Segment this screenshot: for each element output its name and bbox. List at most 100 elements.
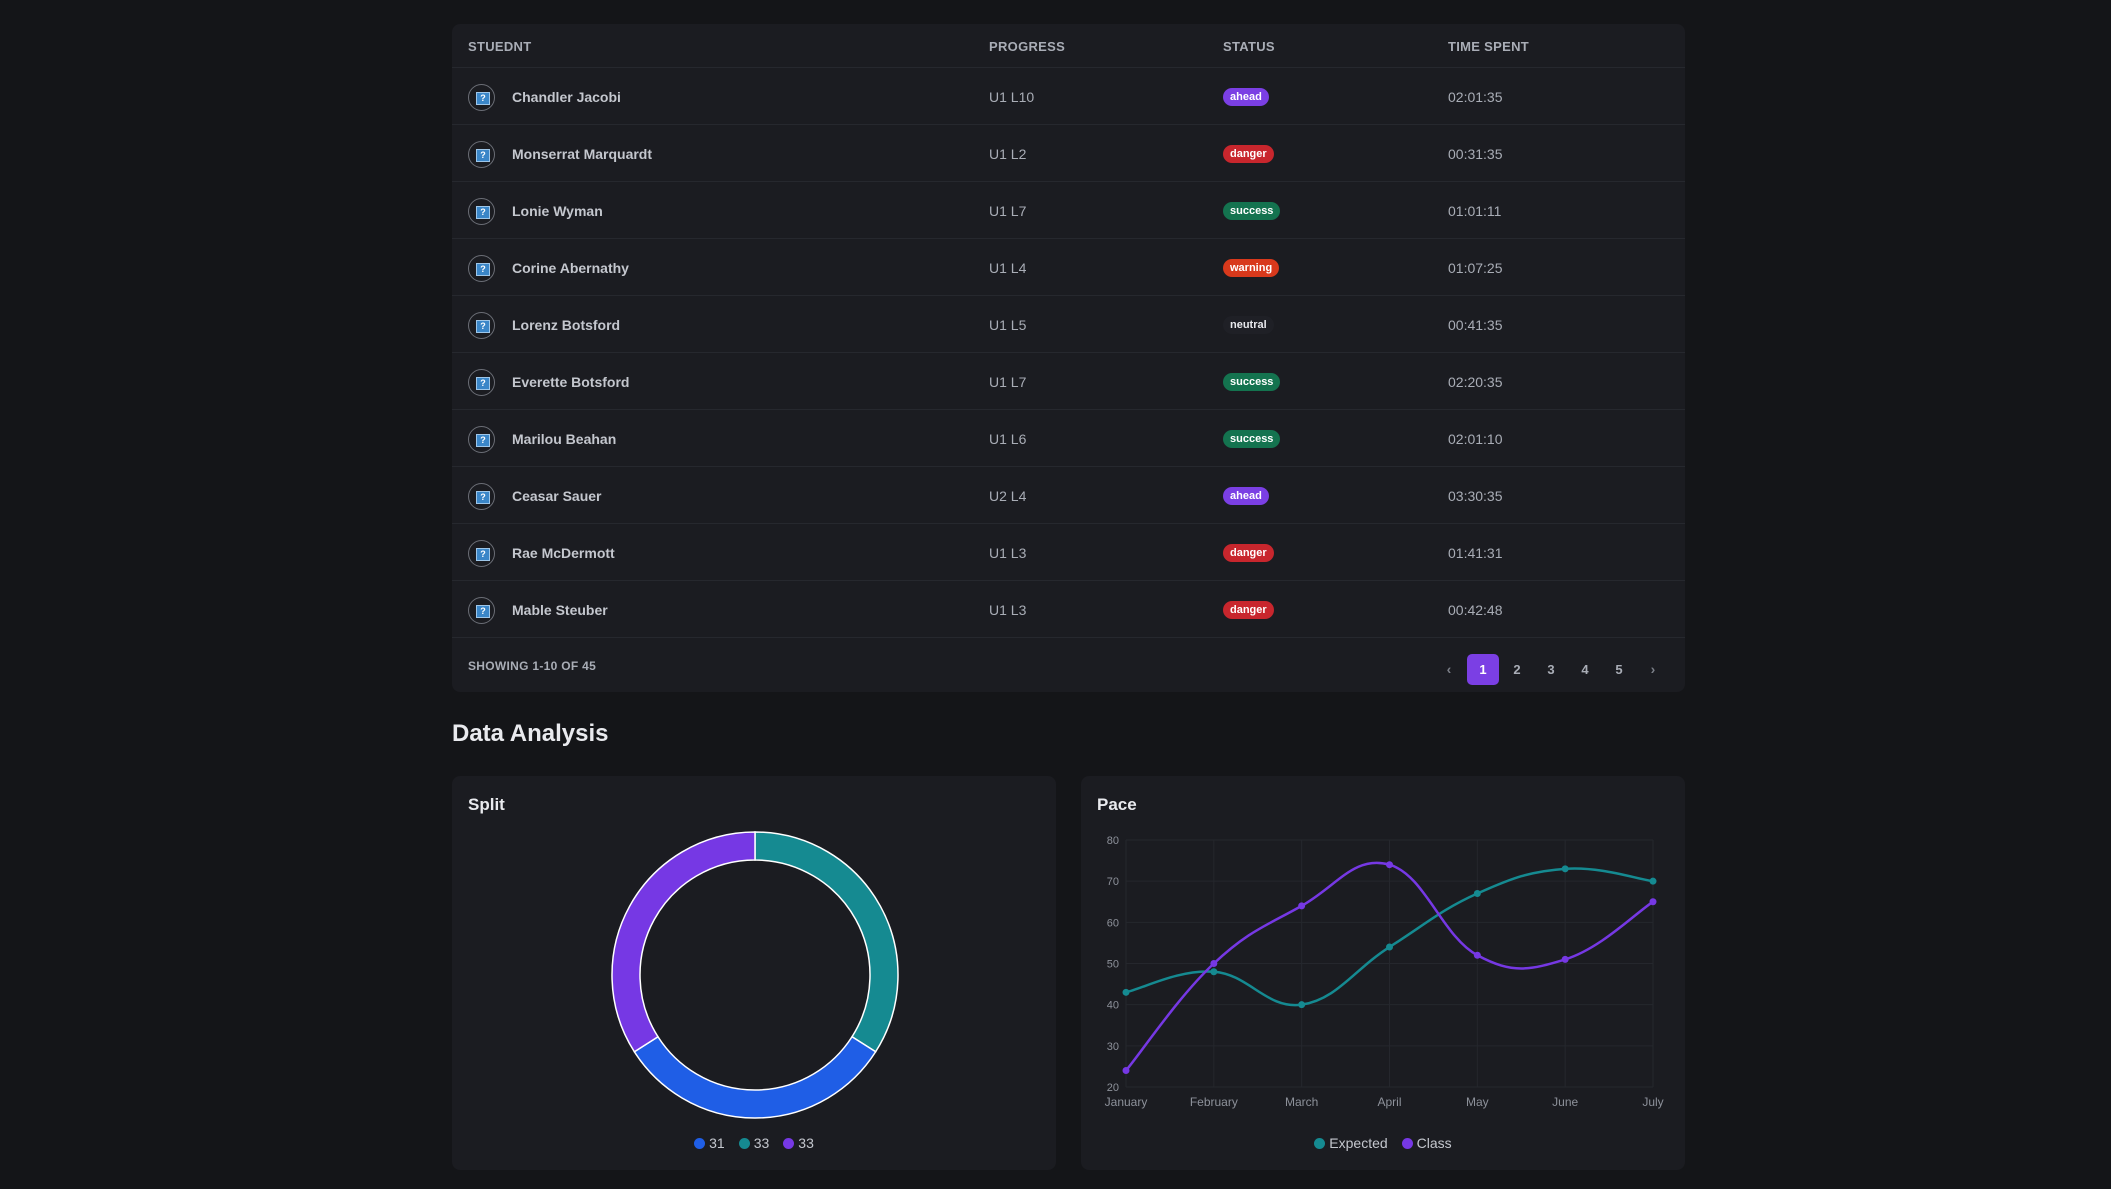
time-spent-value: 01:07:25 <box>1448 260 1503 276</box>
students-table: STUEDNT PROGRESS STATUS TIME SPENT ? Chan… <box>452 24 1685 692</box>
next-page-button[interactable]: › <box>1637 654 1669 685</box>
table-row[interactable]: ? Mable Steuber U1 L3 danger 00:42:48 <box>452 581 1685 638</box>
student-name[interactable]: Ceasar Sauer <box>512 488 602 504</box>
legend-label: Class <box>1416 1135 1452 1151</box>
status-badge: danger <box>1223 145 1274 163</box>
avatar: ? <box>468 198 495 225</box>
broken-image-icon: ? <box>476 320 490 333</box>
broken-image-icon: ? <box>476 206 490 219</box>
y-tick-label: 50 <box>1107 959 1119 971</box>
table-row[interactable]: ? Rae McDermott U1 L3 danger 01:41:31 <box>452 524 1685 581</box>
table-row[interactable]: ? Ceasar Sauer U2 L4 ahead 03:30:35 <box>452 467 1685 524</box>
progress-value: U1 L6 <box>989 431 1027 447</box>
legend-item[interactable]: Class <box>1401 1135 1452 1151</box>
student-name[interactable]: Lonie Wyman <box>512 203 603 219</box>
table-row[interactable]: ? Chandler Jacobi U1 L10 ahead 02:01:35 <box>452 68 1685 125</box>
data-point[interactable] <box>1649 877 1657 885</box>
data-point[interactable] <box>1298 1001 1306 1009</box>
avatar: ? <box>468 597 495 624</box>
prev-page-button[interactable]: ‹ <box>1433 654 1465 685</box>
time-spent-value: 00:41:35 <box>1448 317 1503 333</box>
time-spent-value: 03:30:35 <box>1448 488 1503 504</box>
progress-value: U2 L4 <box>989 488 1027 504</box>
header-time-spent[interactable]: TIME SPENT <box>1448 39 1529 54</box>
broken-image-icon: ? <box>476 263 490 276</box>
header-student[interactable]: STUEDNT <box>468 39 532 54</box>
x-tick-label: February <box>1190 1095 1238 1109</box>
table-row[interactable]: ? Corine Abernathy U1 L4 warning 01:07:25 <box>452 239 1685 296</box>
time-spent-value: 00:42:48 <box>1448 602 1503 618</box>
data-point[interactable] <box>1561 865 1569 873</box>
data-point[interactable] <box>1122 1067 1130 1075</box>
status-badge: success <box>1223 202 1281 220</box>
student-name[interactable]: Chandler Jacobi <box>512 89 621 105</box>
data-point[interactable] <box>1122 988 1130 996</box>
student-name[interactable]: Monserrat Marquardt <box>512 146 652 162</box>
broken-image-icon: ? <box>476 548 490 561</box>
page-1-button[interactable]: 1 <box>1467 654 1499 685</box>
table-row[interactable]: ? Everette Botsford U1 L7 success 02:20:35 <box>452 353 1685 410</box>
student-name[interactable]: Mable Steuber <box>512 602 608 618</box>
status-badge: warning <box>1223 259 1280 277</box>
data-point[interactable] <box>1473 890 1481 898</box>
page-3-button[interactable]: 3 <box>1535 654 1567 685</box>
progress-value: U1 L7 <box>989 203 1027 219</box>
data-point[interactable] <box>1210 960 1218 967</box>
legend-item[interactable]: Expected <box>1314 1135 1388 1151</box>
student-name[interactable]: Lorenz Botsford <box>512 317 620 333</box>
pace-line-chart: 20 30 40 50 60 70 80 January February March April M… <box>1105 835 1664 1109</box>
broken-image-icon: ? <box>476 434 490 447</box>
legend-swatch <box>1401 1137 1413 1149</box>
time-spent-value: 02:20:35 <box>1448 374 1503 390</box>
donut-slice[interactable] <box>633 1035 877 1119</box>
data-point[interactable] <box>1561 955 1569 963</box>
time-spent-value: 01:01:11 <box>1448 203 1502 219</box>
time-spent-value: 02:01:10 <box>1448 431 1503 447</box>
table-row[interactable]: ? Lorenz Botsford U1 L5 neutral 00:41:35 <box>452 296 1685 353</box>
data-point[interactable] <box>1386 861 1393 869</box>
avatar: ? <box>468 426 495 453</box>
progress-value: U1 L3 <box>989 602 1027 618</box>
student-name[interactable]: Everette Botsford <box>512 374 629 390</box>
table-row[interactable]: ? Marilou Beahan U1 L6 success 02:01:10 <box>452 410 1685 467</box>
y-tick-label: 30 <box>1107 1041 1119 1053</box>
page-4-button[interactable]: 4 <box>1569 654 1601 685</box>
student-name[interactable]: Rae McDermott <box>512 545 615 561</box>
data-point[interactable] <box>1649 898 1657 906</box>
x-tick-label: July <box>1642 1095 1663 1109</box>
header-progress[interactable]: PROGRESS <box>989 39 1065 54</box>
legend-swatch <box>694 1137 706 1149</box>
y-tick-label: 80 <box>1107 835 1119 847</box>
table-header: STUEDNT PROGRESS STATUS TIME SPENT <box>452 24 1685 68</box>
header-status[interactable]: STATUS <box>1223 39 1275 54</box>
data-point[interactable] <box>1386 943 1393 951</box>
avatar: ? <box>468 483 495 510</box>
data-point[interactable] <box>1298 902 1306 910</box>
data-point[interactable] <box>1473 951 1481 959</box>
table-row[interactable]: ? Lonie Wyman U1 L7 success 01:01:11 <box>452 182 1685 239</box>
avatar: ? <box>468 540 495 567</box>
page-5-button[interactable]: 5 <box>1603 654 1635 685</box>
table-row[interactable]: ? Monserrat Marquardt U1 L2 danger 00:31:35 <box>452 125 1685 182</box>
student-name[interactable]: Corine Abernathy <box>512 260 629 276</box>
table-footer: SHOWING 1-10 OF 45 ‹ 1 2 3 4 5 › <box>452 638 1685 692</box>
legend-label: 33 <box>753 1135 770 1151</box>
broken-image-icon: ? <box>476 92 490 105</box>
status-badge: success <box>1223 430 1281 448</box>
page-2-button[interactable]: 2 <box>1501 654 1533 685</box>
progress-value: U1 L3 <box>989 545 1027 561</box>
legend-item[interactable]: 33 <box>738 1135 770 1151</box>
x-tick-label: June <box>1552 1095 1578 1109</box>
donut-slice[interactable] <box>611 831 756 1053</box>
student-name[interactable]: Marilou Beahan <box>512 431 616 447</box>
status-badge: success <box>1223 373 1281 391</box>
donut-slice[interactable] <box>754 831 899 1053</box>
data-point[interactable] <box>1210 968 1218 976</box>
x-tick-label: May <box>1466 1095 1489 1109</box>
broken-image-icon: ? <box>476 149 490 162</box>
time-spent-value: 01:41:31 <box>1448 545 1503 561</box>
legend-item[interactable]: 33 <box>783 1135 814 1151</box>
legend-item[interactable]: 31 <box>694 1135 725 1151</box>
broken-image-icon: ? <box>476 605 490 618</box>
status-badge: danger <box>1223 601 1274 619</box>
